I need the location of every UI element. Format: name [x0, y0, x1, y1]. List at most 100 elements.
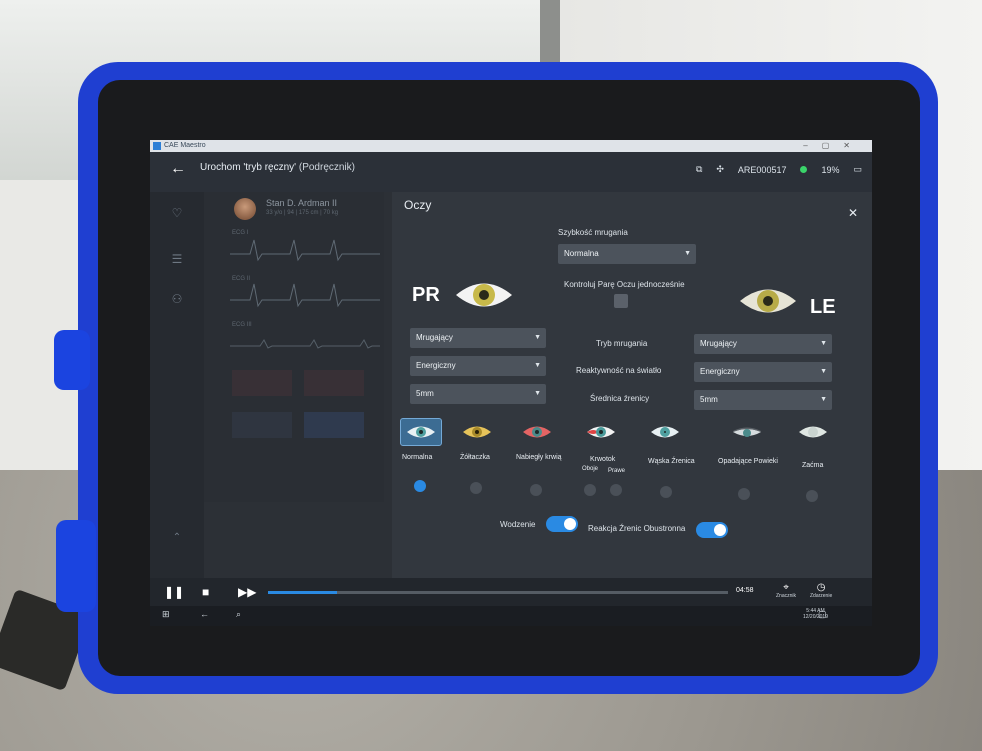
radio-cataract[interactable]: [806, 490, 818, 502]
radio-normal[interactable]: [414, 480, 426, 492]
blink-speed-value: Normalna: [564, 249, 599, 258]
app-header: ← Urochom 'tryb ręczny' (Podręcznik) ⧉ ✣…: [150, 152, 872, 192]
blink-mode-label: Tryb mrugania: [596, 339, 648, 348]
stop-icon[interactable]: ■: [202, 585, 209, 599]
taskbar-back-icon[interactable]: ←: [200, 609, 209, 619]
eye-cataract-icon: [792, 418, 834, 446]
eye-option-jaundice[interactable]: [456, 418, 500, 446]
follow-toggle-label: Wodzenie: [500, 520, 536, 529]
screen-share-icon[interactable]: ⧉: [696, 164, 702, 175]
page-subtitle: (Podręcznik): [298, 162, 355, 173]
blink-speed-label: Szybkość mrugania: [558, 228, 628, 237]
clock-icon: ◷: [816, 582, 826, 593]
eye-option-cataract[interactable]: [792, 418, 836, 446]
notifications-icon[interactable]: ▢: [818, 609, 827, 620]
radio-hemorrhage-right[interactable]: [610, 484, 622, 496]
patient-avatar: [234, 198, 256, 220]
eye-option-droopy-lids[interactable]: [726, 418, 770, 446]
eye-droopy-lids-icon: [726, 418, 768, 446]
bookmark-tool[interactable]: ⌖ Znacznik: [776, 582, 796, 599]
eye-option-normal[interactable]: [400, 418, 444, 446]
right-light-reactivity-value: Energiczny: [416, 361, 456, 370]
left-pupil-size-select[interactable]: 5mm ▼: [694, 390, 832, 410]
event-tool[interactable]: ◷ Zdarzenie: [810, 582, 832, 599]
ecg-trace-1: [230, 239, 380, 262]
right-blink-mode-select[interactable]: Mrugający ▼: [410, 328, 546, 348]
left-blink-mode-select[interactable]: Mrugający ▼: [694, 334, 832, 354]
eye-option-label-hemorrhage: Krwotok: [590, 456, 616, 463]
nav-person-icon[interactable]: ⚇: [160, 292, 194, 306]
follow-toggle[interactable]: [546, 516, 578, 532]
chevron-down-icon: ▼: [820, 340, 827, 347]
left-pupil-size-value: 5mm: [700, 395, 718, 404]
chevron-down-icon: ▼: [534, 362, 541, 369]
bumper-clip-left-bottom: [56, 520, 96, 612]
eye-option-narrow-pupil[interactable]: [644, 418, 688, 446]
ecg-trace-3: [230, 339, 380, 349]
chevron-down-icon: ▼: [534, 334, 541, 341]
app-name: CAE Maestro: [164, 142, 206, 149]
nav-heart-icon[interactable]: ♡: [160, 206, 194, 220]
bumper-clip-left: [54, 330, 90, 390]
light-reactivity-label: Reaktywność na światło: [576, 366, 662, 375]
radio-hemorrhage-both[interactable]: [584, 484, 596, 496]
right-pupil-size-value: 5mm: [416, 389, 434, 398]
eye-option-hemorrhage[interactable]: [580, 418, 624, 446]
blink-speed-select[interactable]: Normalna ▼: [558, 244, 696, 264]
eye-option-label-bloodshot: Nabiegły krwią: [516, 454, 562, 461]
window-titlebar: CAE Maestro –▢✕: [150, 140, 872, 152]
header-toolbar: ⧉ ✣ ARE000517 19% ▭: [696, 164, 862, 175]
radio-jaundice[interactable]: [470, 482, 482, 494]
ecg-trace-2: [230, 283, 380, 308]
eye-narrow-pupil-icon: [644, 418, 686, 446]
nav-chevron-up-icon[interactable]: ⌃: [160, 532, 194, 543]
chevron-down-icon: ▼: [820, 396, 827, 403]
right-pupil-size-select[interactable]: 5mm ▼: [410, 384, 546, 404]
page-title-text: Urochom 'tryb ręczny': [200, 162, 297, 173]
vital-box-2: [304, 370, 364, 396]
right-eye-label: PR: [412, 284, 440, 306]
pupil-reaction-toggle[interactable]: [696, 522, 728, 538]
patient-info: 33 y/o | 94 | 175 cm | 70 kg: [266, 210, 339, 216]
tablet-screen: CAE Maestro –▢✕ ← Urochom 'tryb ręczny' …: [150, 140, 872, 626]
chevron-down-icon: ▼: [684, 250, 691, 257]
eye-option-bloodshot[interactable]: [516, 418, 560, 446]
radio-bloodshot[interactable]: [530, 484, 542, 496]
fast-forward-icon[interactable]: ▶▶: [238, 585, 256, 599]
taskbar-search-icon[interactable]: ⌕: [236, 609, 241, 620]
patient-monitor-panel: Stan D. Ardman II 33 y/o | 94 | 175 cm |…: [204, 192, 384, 502]
radio-droopy-lids[interactable]: [738, 488, 750, 500]
back-arrow-icon[interactable]: ←: [170, 160, 186, 178]
timeline-progress-fill: [268, 591, 337, 594]
eye-option-label-narrow-pupil: Wąska Źrenica: [648, 458, 695, 465]
radio-narrow-pupil[interactable]: [660, 486, 672, 498]
vital-box-3: [232, 412, 292, 438]
left-light-reactivity-select[interactable]: Energiczny ▼: [694, 362, 832, 382]
event-label: Zdarzenie: [810, 593, 833, 599]
eye-option-label-normal: Normalna: [402, 454, 433, 461]
window-controls[interactable]: –▢✕: [803, 140, 864, 152]
right-blink-mode-value: Mrugający: [416, 333, 453, 342]
chevron-down-icon: ▼: [820, 368, 827, 375]
nav-list-icon[interactable]: ☰: [160, 252, 194, 266]
eye-option-label-cataract: Zaćma: [802, 462, 824, 469]
pause-icon[interactable]: ❚❚: [164, 585, 184, 599]
pupil-size-label: Średnica źrenicy: [590, 394, 650, 403]
close-icon[interactable]: ✕: [848, 206, 858, 220]
panel-title: Oczy: [404, 198, 432, 212]
status-dot-icon: [800, 166, 808, 173]
elapsed-time: 04:58: [736, 587, 754, 594]
pair-control-checkbox[interactable]: [614, 294, 628, 308]
network-icon[interactable]: ✣: [716, 164, 724, 175]
eyes-panel: Oczy ✕ Szybkość mrugania Normalna ▼ PR K…: [392, 192, 872, 578]
bookmark-label: Znacznik: [776, 593, 797, 599]
app-logo-icon: [153, 142, 161, 150]
chevron-down-icon: ▼: [534, 390, 541, 397]
pin-icon: ⌖: [783, 582, 789, 593]
windows-start-icon[interactable]: ⊞: [162, 609, 170, 620]
hemorrhage-right-label: Prawe: [608, 468, 626, 474]
timeline-progress[interactable]: [268, 591, 728, 594]
right-light-reactivity-select[interactable]: Energiczny ▼: [410, 356, 546, 376]
eye-jaundice-icon: [456, 418, 498, 446]
page-title: Urochom 'tryb ręczny' (Podręcznik): [200, 162, 355, 173]
